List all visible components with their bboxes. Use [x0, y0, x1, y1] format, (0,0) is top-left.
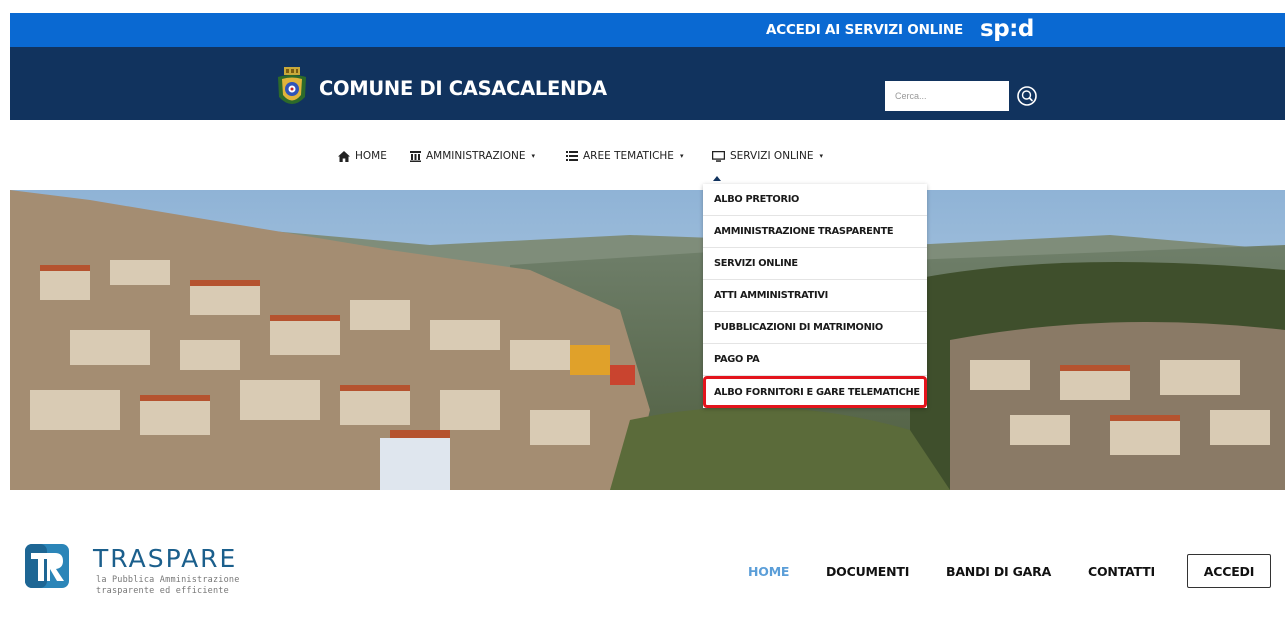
spid-login-link[interactable]: ACCEDI AI SERVIZI ONLINE: [766, 13, 963, 47]
login-button[interactable]: ACCEDI: [1187, 554, 1271, 588]
spid-logo[interactable]: sp:d: [980, 16, 1034, 42]
search-icon[interactable]: [1016, 85, 1038, 107]
nav-home-label: HOME: [355, 150, 387, 162]
search-input[interactable]: [885, 81, 1009, 111]
nav-amministrazione[interactable]: AMMINISTRAZIONE ▾: [410, 150, 535, 162]
main-navigation: HOME AMMINISTRAZIONE ▾ AREE TEMATICHE ▾ …: [0, 120, 1285, 190]
menu-item-atti-amministrativi[interactable]: ATTI AMMINISTRATIVI: [703, 280, 927, 312]
menu-item-servizi-online[interactable]: SERVIZI ONLINE: [703, 248, 927, 280]
traspare-nav-bandi-di-gara[interactable]: BANDI DI GARA: [946, 564, 1051, 579]
traspare-nav-home[interactable]: HOME: [748, 564, 789, 579]
menu-item-pago-pa[interactable]: PAGO PA: [703, 344, 927, 376]
chevron-down-icon: ▾: [819, 152, 823, 160]
traspare-tagline-line2: trasparente ed efficiente: [96, 586, 229, 596]
site-title[interactable]: COMUNE DI CASACALENDA: [319, 77, 607, 100]
chevron-down-icon: ▾: [531, 152, 536, 160]
nav-home[interactable]: HOME: [338, 150, 387, 162]
nav-amministrazione-label: AMMINISTRAZIONE: [426, 150, 526, 162]
traspare-header: TRASPARE la Pubblica Amministrazione tra…: [0, 530, 1285, 617]
traspare-logo-icon[interactable]: [25, 544, 69, 588]
menu-item-amministrazione-trasparente[interactable]: AMMINISTRAZIONE TRASPARENTE: [703, 216, 927, 248]
home-icon: [338, 150, 350, 162]
hero-town-panorama: [10, 190, 1285, 490]
nav-aree-tematiche-label: AREE TEMATICHE: [583, 150, 674, 162]
menu-item-albo-fornitori[interactable]: ALBO FORNITORI E GARE TELEMATICHE: [703, 376, 927, 408]
traspare-nav-documenti[interactable]: DOCUMENTI: [826, 564, 909, 579]
spid-top-bar: ACCEDI AI SERVIZI ONLINE sp:d: [10, 13, 1285, 47]
nav-servizi-online[interactable]: SERVIZI ONLINE ▾: [712, 150, 823, 162]
menu-item-pubblicazioni-matrimonio[interactable]: PUBBLICAZIONI DI MATRIMONIO: [703, 312, 927, 344]
nav-servizi-online-label: SERVIZI ONLINE: [730, 150, 814, 162]
traspare-brand[interactable]: TRASPARE: [93, 546, 237, 571]
municipal-crest-icon[interactable]: [275, 67, 309, 113]
chevron-down-icon: ▾: [679, 152, 684, 160]
traspare-nav-contatti[interactable]: CONTATTI: [1088, 564, 1155, 579]
traspare-tagline-line1: la Pubblica Amministrazione: [96, 575, 240, 585]
list-icon: [566, 151, 578, 161]
site-header: COMUNE DI CASACALENDA: [10, 47, 1285, 120]
monitor-icon: [712, 150, 725, 162]
dropdown-pointer-icon: [713, 176, 721, 181]
menu-item-albo-pretorio[interactable]: ALBO PRETORIO: [703, 184, 927, 216]
servizi-online-dropdown: ALBO PRETORIO AMMINISTRAZIONE TRASPARENT…: [703, 184, 927, 408]
institution-icon: [410, 150, 421, 162]
nav-aree-tematiche[interactable]: AREE TEMATICHE ▾: [566, 150, 683, 162]
